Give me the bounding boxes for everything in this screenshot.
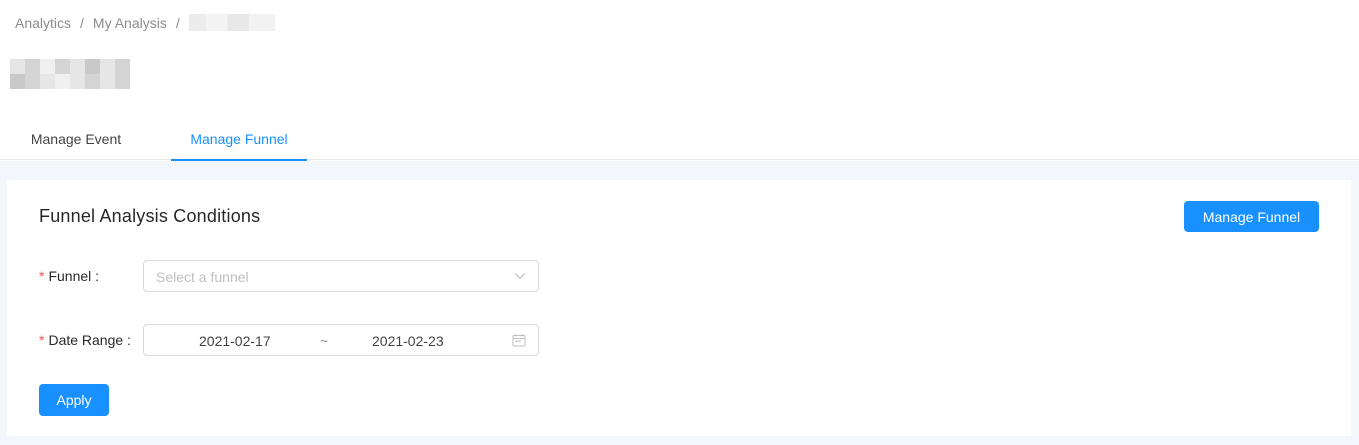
date-range-label: * Date Range : <box>39 332 131 348</box>
breadcrumb-item-analytics[interactable]: Analytics <box>15 15 71 31</box>
page-title-redacted <box>10 59 130 89</box>
card-title: Funnel Analysis Conditions <box>39 206 261 226</box>
required-mark: * <box>39 268 45 284</box>
tab-bar: Manage Event Manage Funnel <box>0 118 1359 161</box>
funnel-select[interactable]: Select a funnel <box>143 260 539 292</box>
range-separator: ~ <box>320 333 329 349</box>
breadcrumb-separator: / <box>175 14 180 31</box>
funnel-label-text: Funnel : <box>48 268 100 284</box>
tab-manage-funnel[interactable]: Manage Funnel <box>171 118 307 161</box>
date-range-picker: 2021-02-17 ~ 2021-02-23 <box>143 324 539 356</box>
breadcrumb-item-redacted <box>188 14 275 31</box>
apply-button[interactable]: Apply <box>39 384 109 416</box>
breadcrumb-separator: / <box>80 14 84 31</box>
breadcrumb-item-my-analysis[interactable]: My Analysis <box>93 15 167 31</box>
start-date-input[interactable]: 2021-02-17 <box>199 333 271 349</box>
end-date-input[interactable]: 2021-02-23 <box>372 333 444 349</box>
funnel-label: * Funnel : <box>39 268 99 284</box>
calendar-icon[interactable] <box>512 333 526 347</box>
date-range-label-text: Date Range : <box>48 332 131 348</box>
tab-manage-event[interactable]: Manage Event <box>14 118 138 160</box>
page-header: Analytics / My Analysis / Manage Event M… <box>0 0 1359 161</box>
breadcrumb: Analytics / My Analysis / <box>15 14 275 31</box>
chevron-down-icon <box>514 273 526 280</box>
manage-funnel-button[interactable]: Manage Funnel <box>1184 201 1319 232</box>
funnel-select-placeholder: Select a funnel <box>156 269 249 285</box>
required-mark: * <box>39 332 45 348</box>
funnel-conditions-card: Funnel Analysis Conditions Manage Funnel… <box>7 180 1351 436</box>
